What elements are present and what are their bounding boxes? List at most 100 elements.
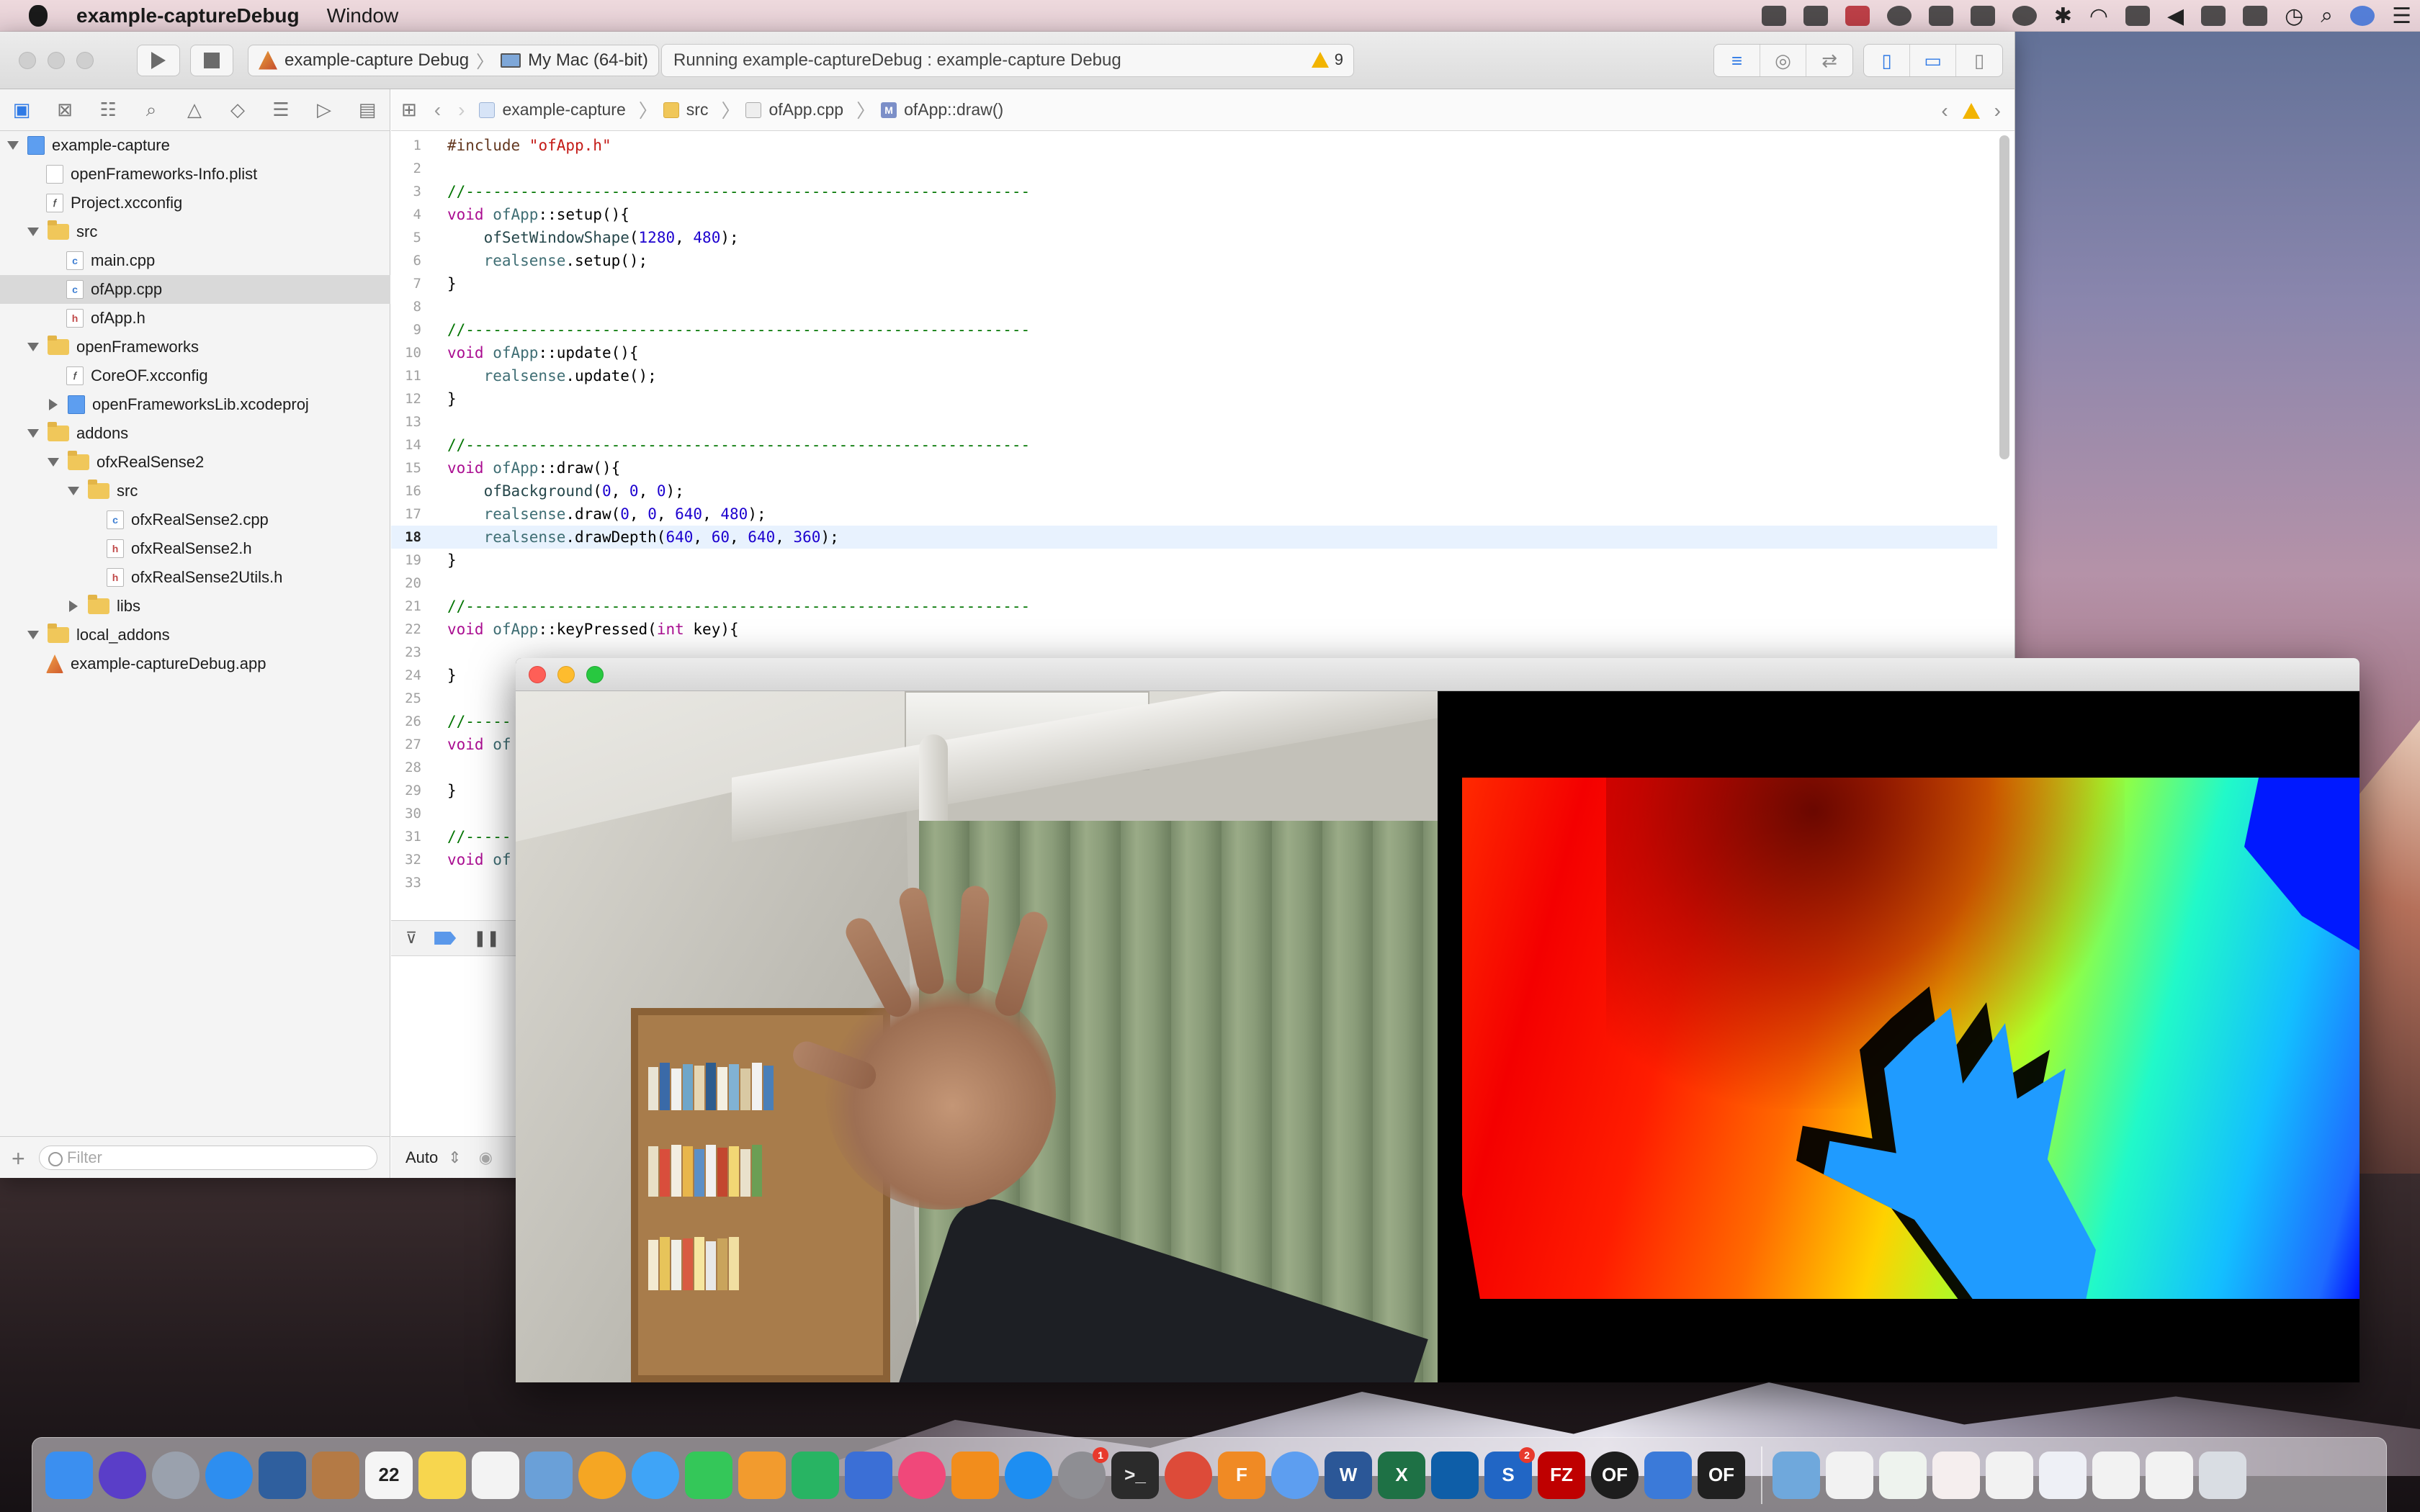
- xcode-icon[interactable]: [1644, 1451, 1692, 1499]
- debug-navigator-icon[interactable]: ☰: [259, 89, 302, 131]
- bluetooth-icon[interactable]: ✱: [2054, 4, 2072, 29]
- code-line[interactable]: 17 realsense.draw(0, 0, 640, 480);: [391, 503, 1997, 526]
- app-zoom-button[interactable]: [586, 665, 604, 683]
- back-arrow-icon[interactable]: ‹: [434, 99, 441, 122]
- navigator-item[interactable]: h ofApp.h: [0, 304, 390, 333]
- code-line[interactable]: 10 void ofApp::update(){: [391, 341, 1997, 364]
- projectgenerator-icon[interactable]: OF: [1698, 1451, 1745, 1499]
- related-items-icon[interactable]: ⊞: [401, 99, 417, 121]
- document-thumbnail-icon[interactable]: [1879, 1451, 1927, 1499]
- code-line[interactable]: 14 //------------------------------------…: [391, 433, 1997, 456]
- navigator-filter-input[interactable]: Filter: [39, 1145, 377, 1170]
- security-menu-icon[interactable]: [1845, 6, 1870, 26]
- disclosure-open-icon[interactable]: [7, 141, 19, 150]
- trash-icon[interactable]: [2199, 1451, 2246, 1499]
- airplay-icon[interactable]: [2125, 6, 2151, 26]
- disclosure-open-icon[interactable]: [68, 487, 79, 495]
- code-line[interactable]: 3 //-------------------------------------…: [391, 180, 1997, 203]
- notification-center-icon[interactable]: ☰: [2392, 4, 2411, 29]
- disclosure-open-icon[interactable]: [48, 458, 59, 467]
- document-thumbnail-icon[interactable]: [2146, 1451, 2193, 1499]
- next-issue-icon[interactable]: ›: [1994, 99, 2001, 122]
- ibooks-icon[interactable]: [951, 1451, 999, 1499]
- jump-folder[interactable]: src: [663, 100, 708, 120]
- window-minimize-button[interactable]: [48, 51, 65, 69]
- disclosure-open-icon[interactable]: [27, 343, 39, 351]
- code-line[interactable]: 19}: [391, 549, 1997, 572]
- code-line[interactable]: 5 ofSetWindowShape(1280, 480);: [391, 226, 1997, 249]
- document-thumbnail-icon[interactable]: [2039, 1451, 2087, 1499]
- code-line[interactable]: 2: [391, 157, 1997, 180]
- menu-window[interactable]: Window: [327, 4, 399, 27]
- code-line[interactable]: 15 void ofApp::draw(){: [391, 456, 1997, 480]
- source-control-navigator-icon[interactable]: ⊠: [43, 89, 86, 131]
- utilities-toggle-icon[interactable]: ▯: [1956, 45, 2002, 76]
- navigator-item[interactable]: src: [0, 217, 390, 246]
- code-line[interactable]: 20: [391, 572, 1997, 595]
- jump-project[interactable]: example-capture: [479, 100, 626, 120]
- app-close-button[interactable]: [529, 665, 546, 683]
- downloads-folder-icon[interactable]: [1773, 1451, 1820, 1499]
- code-line[interactable]: 6 realsense.setup();: [391, 249, 1997, 272]
- window-close-button[interactable]: [19, 51, 36, 69]
- launchpad-icon[interactable]: [152, 1451, 200, 1499]
- navigator-item[interactable]: openFrameworks: [0, 333, 390, 361]
- navigator-item[interactable]: openFrameworks-Info.plist: [0, 160, 390, 189]
- navigator-item[interactable]: c main.cpp: [0, 246, 390, 275]
- disclosure-open-icon[interactable]: [27, 228, 39, 236]
- bookmark-menu-icon[interactable]: [1928, 6, 1953, 26]
- disclosure-closed-icon[interactable]: [49, 399, 58, 410]
- volume-icon[interactable]: ◀: [2167, 4, 2184, 29]
- siri-icon[interactable]: [99, 1451, 146, 1499]
- navigator-item[interactable]: libs: [0, 592, 390, 621]
- creative-cloud-menu-icon[interactable]: [1886, 6, 1912, 26]
- disclosure-open-icon[interactable]: [27, 429, 39, 438]
- wifi-icon[interactable]: ◠: [2089, 4, 2108, 29]
- battery-widget-icon[interactable]: [1970, 6, 1995, 26]
- warning-icon[interactable]: [1962, 103, 1980, 119]
- openframeworks-icon[interactable]: OF: [1591, 1451, 1639, 1499]
- code-line[interactable]: 8: [391, 295, 1997, 318]
- terminal-icon[interactable]: >_: [1111, 1451, 1159, 1499]
- navigator-item[interactable]: example-captureDebug.app: [0, 649, 390, 678]
- navigator-item[interactable]: src: [0, 477, 390, 505]
- navigator-item[interactable]: h ofxRealSense2.h: [0, 534, 390, 563]
- navigator-item[interactable]: 𝑓 CoreOF.xcconfig: [0, 361, 390, 390]
- navigator-item[interactable]: example-capture: [0, 131, 390, 160]
- notes-icon[interactable]: [418, 1451, 466, 1499]
- photos-icon[interactable]: [578, 1451, 626, 1499]
- document-thumbnail-icon[interactable]: [1932, 1451, 1980, 1499]
- contacts-icon[interactable]: [312, 1451, 359, 1499]
- code-line[interactable]: 1 #include "ofApp.h": [391, 134, 1997, 157]
- battery-icon[interactable]: [2201, 6, 2226, 26]
- fusion360-icon[interactable]: F: [1218, 1451, 1265, 1499]
- jump-file[interactable]: ofApp.cpp: [745, 100, 843, 120]
- jump-symbol[interactable]: MofApp::draw(): [881, 100, 1003, 120]
- document-thumbnail-icon[interactable]: [1986, 1451, 2033, 1499]
- add-file-icon[interactable]: +: [12, 1146, 25, 1172]
- disclosure-open-icon[interactable]: [27, 631, 39, 639]
- test-navigator-icon[interactable]: ◇: [216, 89, 259, 131]
- hat-menu-icon[interactable]: [2012, 6, 2037, 26]
- debug-area-toggle-icon[interactable]: ▭: [1910, 45, 1956, 76]
- navigator-toggle-icon[interactable]: ▯: [1864, 45, 1910, 76]
- spotlight-icon[interactable]: ⌕: [2321, 4, 2333, 28]
- app-titlebar[interactable]: [516, 658, 2360, 691]
- appstore-icon[interactable]: [1005, 1451, 1052, 1499]
- input-source-icon[interactable]: [2243, 6, 2268, 26]
- warning-indicator[interactable]: 9: [1311, 50, 1343, 69]
- calendar-icon[interactable]: 22: [365, 1451, 413, 1499]
- code-line[interactable]: 13: [391, 410, 1997, 433]
- code-line[interactable]: 4 void ofApp::setup(){: [391, 203, 1997, 226]
- disclosure-closed-icon[interactable]: [69, 600, 78, 612]
- code-line[interactable]: 16 ofBackground(0, 0, 0);: [391, 480, 1997, 503]
- messages-icon[interactable]: [632, 1451, 679, 1499]
- activity-status[interactable]: Running example-captureDebug : example-c…: [661, 44, 1354, 77]
- document-thumbnail-icon[interactable]: [1826, 1451, 1873, 1499]
- clock-icon[interactable]: ◷: [2285, 4, 2303, 29]
- previous-issue-icon[interactable]: ‹: [1941, 99, 1948, 122]
- navigator-item[interactable]: 𝑓 Project.xcconfig: [0, 189, 390, 217]
- apple-menu-icon[interactable]: [29, 4, 48, 27]
- system-preferences-icon[interactable]: 1: [1058, 1446, 1108, 1499]
- siri-menu-icon[interactable]: [2350, 6, 2375, 26]
